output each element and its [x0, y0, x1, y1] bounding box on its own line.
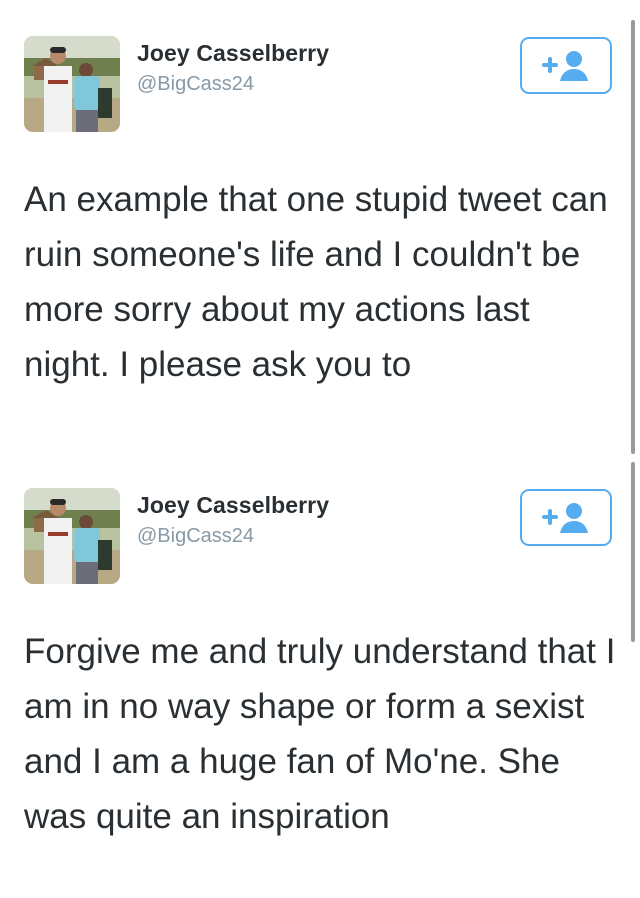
author-avatar[interactable] — [24, 36, 120, 132]
author-avatar[interactable] — [24, 488, 120, 584]
tweet-text: Forgive me and truly understand that I a… — [24, 632, 616, 836]
author-name[interactable]: Joey Casselberry — [137, 40, 329, 67]
tweet-card: Joey Casselberry @BigCass24 An example t… — [0, 0, 640, 452]
follow-add-user-icon — [542, 502, 588, 533]
scrollbar[interactable] — [631, 20, 635, 454]
follow-button[interactable] — [520, 489, 612, 546]
follow-button[interactable] — [520, 37, 612, 94]
author-name[interactable]: Joey Casselberry — [137, 492, 329, 519]
follow-add-user-icon — [542, 50, 588, 81]
tweet-card: Joey Casselberry @BigCass24 Forgive me a… — [0, 452, 640, 898]
tweet-text: An example that one stupid tweet can rui… — [24, 180, 608, 384]
author-handle[interactable]: @BigCass24 — [137, 525, 254, 548]
author-handle[interactable]: @BigCass24 — [137, 73, 254, 96]
scrollbar[interactable] — [631, 462, 635, 642]
